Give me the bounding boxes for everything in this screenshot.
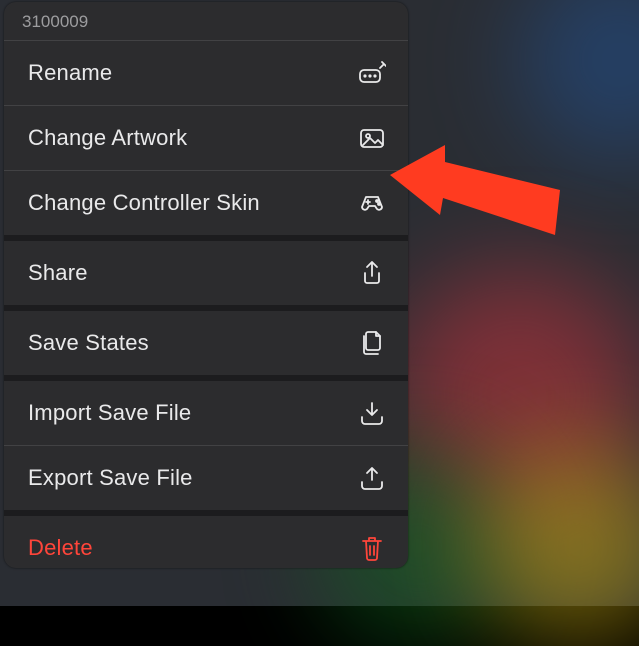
menu-item-change-artwork[interactable]: Change Artwork: [4, 106, 408, 170]
gamepad-icon: [358, 189, 386, 217]
share-icon: [358, 259, 386, 287]
menu-item-share[interactable]: Share: [4, 241, 408, 305]
rename-icon: [358, 59, 386, 87]
menu-item-label: Export Save File: [28, 465, 193, 491]
menu-item-label: Delete: [28, 535, 93, 561]
upload-tray-icon: [358, 464, 386, 492]
download-tray-icon: [358, 399, 386, 427]
menu-item-rename[interactable]: Rename: [4, 41, 408, 105]
menu-item-change-controller-skin[interactable]: Change Controller Skin: [4, 171, 408, 235]
menu-item-save-states[interactable]: Save States: [4, 311, 408, 375]
menu-item-export-save-file[interactable]: Export Save File: [4, 446, 408, 510]
documents-icon: [358, 329, 386, 357]
menu-item-label: Import Save File: [28, 400, 191, 426]
menu-item-label: Share: [28, 260, 88, 286]
trash-icon: [358, 534, 386, 562]
image-icon: [358, 124, 386, 152]
context-menu: 3100009 Rename Change Artwork Change Con…: [4, 2, 408, 568]
menu-item-label: Rename: [28, 60, 112, 86]
menu-item-label: Change Artwork: [28, 125, 187, 151]
menu-item-label: Save States: [28, 330, 149, 356]
menu-title: 3100009: [4, 2, 408, 40]
menu-item-delete[interactable]: Delete: [4, 516, 408, 568]
menu-item-import-save-file[interactable]: Import Save File: [4, 381, 408, 445]
menu-item-label: Change Controller Skin: [28, 190, 260, 216]
